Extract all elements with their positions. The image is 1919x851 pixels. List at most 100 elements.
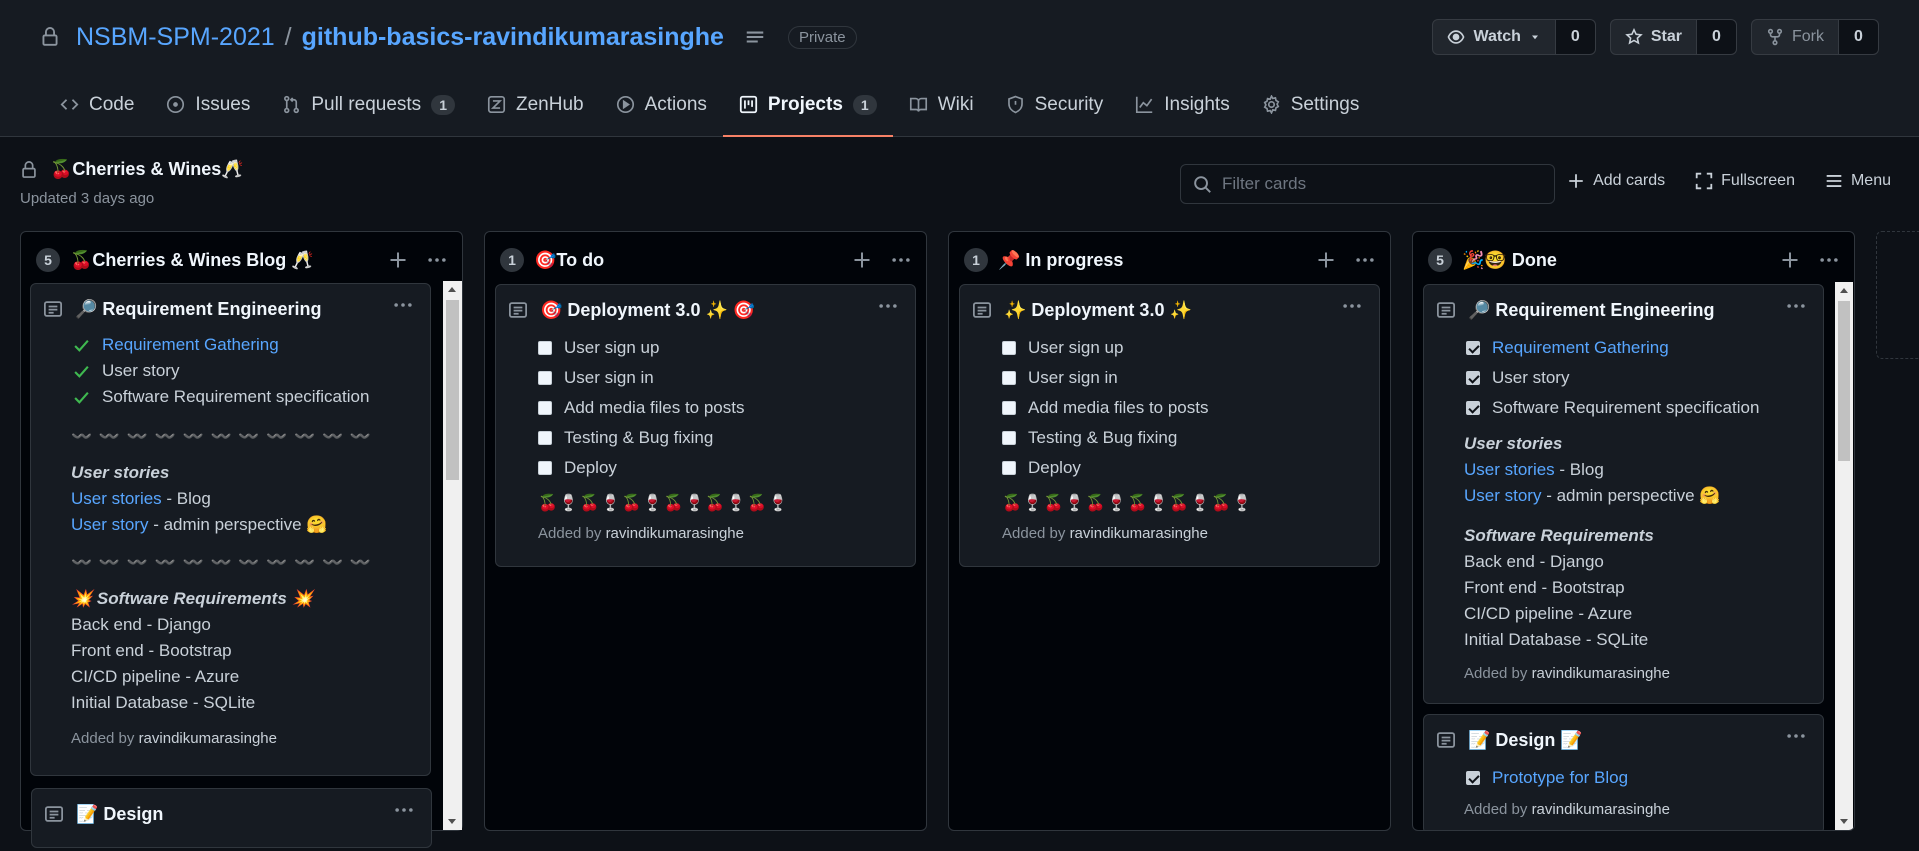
fork-icon: [1767, 28, 1783, 46]
note-card[interactable]: 🔎 Requirement Engineering Requirement Ga…: [30, 283, 431, 776]
author-link[interactable]: ravindikumarasinghe: [1070, 525, 1208, 542]
visibility-badge: Private: [787, 25, 857, 49]
task-checkbox[interactable]: [538, 431, 552, 445]
task-checkbox[interactable]: [538, 341, 552, 355]
task-item: Add media files to posts: [538, 393, 899, 423]
column-scrollbar[interactable]: [443, 281, 462, 830]
plus-icon[interactable]: [388, 250, 408, 270]
tab-code[interactable]: Code: [44, 86, 150, 137]
task-checkbox[interactable]: [538, 461, 552, 475]
plus-icon[interactable]: [852, 250, 872, 270]
add-cards-button[interactable]: Add cards: [1567, 172, 1665, 190]
user-story-link[interactable]: User story: [1464, 486, 1541, 505]
note-card[interactable]: ✨ Deployment 3.0 ✨ User sign up User sig…: [959, 284, 1380, 567]
task-checkbox-checked[interactable]: [1466, 771, 1480, 785]
kebab-menu-icon[interactable]: [1785, 725, 1807, 747]
column-scrollbar[interactable]: [1835, 282, 1853, 830]
author-link[interactable]: ravindikumarasinghe: [139, 730, 277, 747]
user-stories-link[interactable]: User stories: [71, 489, 162, 508]
task-checkbox[interactable]: [1002, 401, 1016, 415]
kebab-menu-icon[interactable]: [890, 249, 912, 271]
fork-count[interactable]: 0: [1839, 19, 1879, 55]
filter-cards-input[interactable]: [1222, 174, 1542, 194]
kebab-menu-icon[interactable]: [1785, 295, 1807, 317]
prototype-link[interactable]: Prototype for Blog: [1492, 763, 1628, 793]
kebab-menu-icon[interactable]: [1818, 249, 1840, 271]
star-count[interactable]: 0: [1697, 19, 1737, 55]
add-column-placeholder[interactable]: [1876, 231, 1919, 359]
star-button[interactable]: Star: [1609, 19, 1697, 55]
menu-button[interactable]: Menu: [1825, 172, 1891, 190]
kebab-menu-icon[interactable]: [393, 799, 415, 821]
requirement-gathering-link[interactable]: Requirement Gathering: [102, 332, 279, 358]
note-card[interactable]: 📝 Design: [31, 788, 432, 848]
section-heading: 💥 Software Requirements 💥: [71, 589, 313, 608]
task-checkbox[interactable]: [1002, 341, 1016, 355]
task-checkbox-checked[interactable]: [1466, 401, 1480, 415]
repo-owner-link[interactable]: NSBM-SPM-2021: [76, 23, 275, 52]
scroll-up-arrow[interactable]: [1840, 288, 1848, 293]
fork-label: Fork: [1792, 28, 1824, 45]
tab-wiki[interactable]: Wiki: [893, 86, 990, 137]
tab-projects[interactable]: Projects 1: [722, 86, 893, 137]
plus-icon[interactable]: [1316, 250, 1336, 270]
task-checkbox[interactable]: [1002, 431, 1016, 445]
scroll-up-arrow[interactable]: [448, 287, 456, 292]
kebab-menu-icon[interactable]: [877, 295, 899, 317]
scroll-down-arrow[interactable]: [1840, 819, 1848, 824]
author-link[interactable]: ravindikumarasinghe: [1532, 665, 1670, 682]
filter-cards-field[interactable]: [1180, 164, 1555, 204]
repo-name-link[interactable]: github-basics-ravindikumarasinghe: [302, 23, 724, 52]
task-text: User sign up: [564, 338, 660, 357]
tab-insights[interactable]: Insights: [1119, 86, 1245, 137]
tab-security[interactable]: Security: [990, 86, 1120, 137]
wave-divider: 〰️ 〰️ 〰️ 〰️ 〰️ 〰️ 〰️ 〰️ 〰️ 〰️ 〰️: [71, 553, 373, 572]
tab-zenhub[interactable]: ZenHub: [471, 86, 600, 137]
task-checkbox[interactable]: [1002, 461, 1016, 475]
list-icon[interactable]: [744, 26, 766, 48]
scroll-down-arrow[interactable]: [448, 819, 456, 824]
tab-actions[interactable]: Actions: [600, 86, 723, 137]
code-icon: [60, 99, 79, 110]
note-icon: [973, 302, 991, 318]
kebab-menu-icon[interactable]: [1354, 249, 1376, 271]
card-requirement-engineering-todo-col[interactable]: 🔎 Requirement Engineering Requirement Ga…: [30, 283, 431, 776]
tab-settings[interactable]: Settings: [1246, 86, 1376, 137]
task-checkbox-checked[interactable]: [1466, 371, 1480, 385]
user-stories-link[interactable]: User stories: [1464, 460, 1555, 479]
user-story-link[interactable]: User story: [71, 515, 148, 534]
watch-count[interactable]: 0: [1555, 19, 1596, 55]
tab-label: Pull requests: [311, 94, 422, 115]
added-by: Added by ravindikumarasinghe: [1464, 801, 1807, 818]
kebab-menu-icon[interactable]: [1341, 295, 1363, 317]
task-checkbox-checked[interactable]: [1466, 341, 1480, 355]
lock-icon: [22, 160, 36, 178]
fork-button[interactable]: Fork: [1751, 19, 1839, 55]
watch-button[interactable]: Watch: [1432, 19, 1556, 55]
card-header: 🔎 Requirement Engineering: [1436, 299, 1807, 321]
requirement-line: CI/CD pipeline - Azure: [1464, 604, 1633, 623]
tab-label: Projects: [767, 94, 843, 115]
note-card[interactable]: 🎯 Deployment 3.0 ✨ 🎯 User sign up User s…: [495, 284, 916, 567]
task-checkbox[interactable]: [1002, 371, 1016, 385]
scroll-thumb[interactable]: [1838, 301, 1850, 461]
note-card[interactable]: 📝 Design 📝 Prototype for Blog Added by r…: [1423, 714, 1824, 830]
tab-pull-requests[interactable]: Pull requests 1: [266, 86, 471, 137]
tab-issues[interactable]: Issues: [150, 86, 266, 137]
author-link[interactable]: ravindikumarasinghe: [606, 525, 744, 542]
task-checkbox[interactable]: [538, 371, 552, 385]
note-card[interactable]: 🔎 Requirement Engineering Requirement Ga…: [1423, 284, 1824, 704]
scroll-thumb[interactable]: [446, 300, 459, 480]
kebab-menu-icon[interactable]: [426, 249, 448, 271]
note-icon: [45, 806, 63, 822]
caret-down-icon: [1531, 35, 1538, 40]
column-to-do: 1 🎯To do 🎯 Deployment 3.0 ✨ 🎯 User sign …: [484, 231, 927, 831]
fullscreen-button[interactable]: Fullscreen: [1695, 172, 1795, 190]
requirement-gathering-link[interactable]: Requirement Gathering: [1492, 333, 1669, 363]
task-text: User sign in: [564, 368, 654, 387]
added-by-label: Added by: [1002, 525, 1066, 542]
plus-icon[interactable]: [1780, 250, 1800, 270]
kebab-menu-icon[interactable]: [392, 294, 414, 316]
author-link[interactable]: ravindikumarasinghe: [1532, 801, 1670, 818]
task-checkbox[interactable]: [538, 401, 552, 415]
